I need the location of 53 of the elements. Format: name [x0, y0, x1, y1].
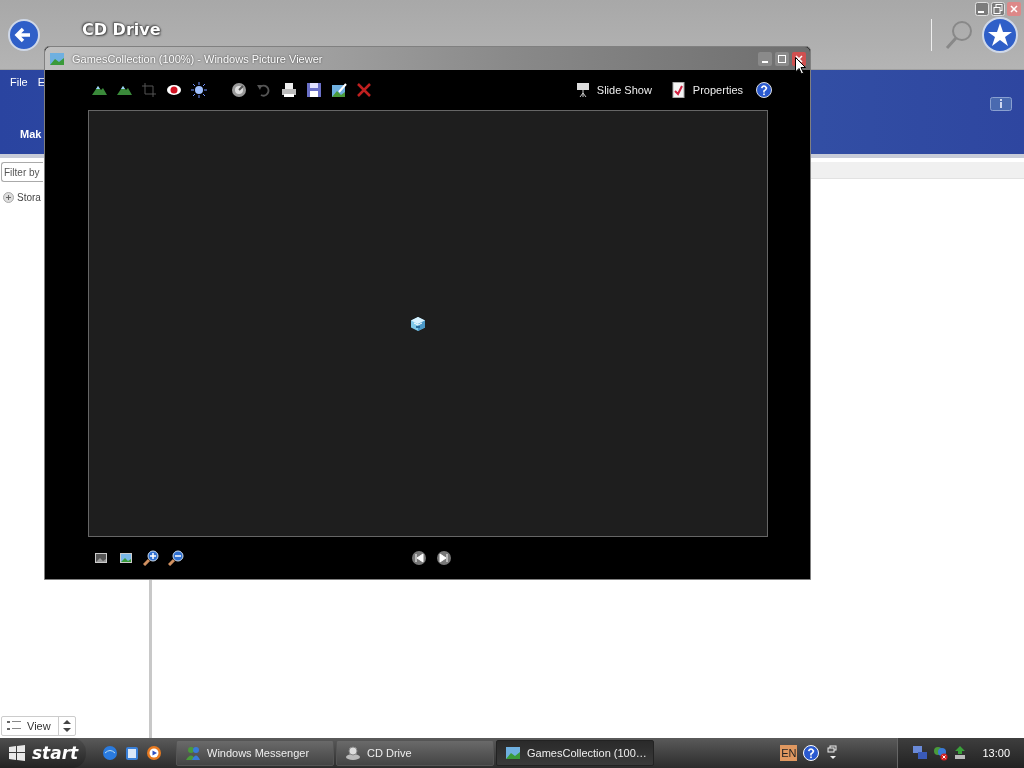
info-icon[interactable] [990, 97, 1012, 111]
taskbar-button[interactable]: CD Drive [336, 740, 494, 766]
projector-icon [574, 82, 591, 98]
undo-icon[interactable] [256, 82, 272, 98]
minimize-button[interactable] [975, 2, 989, 16]
picture-icon[interactable] [118, 550, 134, 566]
restore-down-icon[interactable] [827, 745, 840, 761]
back-icon[interactable] [8, 18, 40, 51]
expand-icon[interactable] [3, 192, 14, 203]
restore-button[interactable] [991, 2, 1005, 16]
network-error-icon[interactable] [932, 745, 949, 761]
network-icon[interactable] [912, 745, 929, 761]
menu-item[interactable]: E [37, 76, 46, 88]
media-player-icon[interactable] [146, 745, 162, 761]
windows-logo-icon [8, 745, 26, 761]
filter-field[interactable]: Filter by [1, 162, 43, 182]
notepad-icon[interactable] [124, 745, 140, 761]
previous-icon[interactable] [411, 550, 427, 566]
eye-icon[interactable] [166, 82, 182, 98]
globe-icon[interactable] [102, 745, 118, 761]
picture-icon[interactable] [93, 550, 109, 566]
mouse-pointer [795, 57, 806, 75]
picture-icon [505, 745, 521, 761]
start-button[interactable]: start [0, 738, 86, 768]
next-icon[interactable] [436, 550, 452, 566]
help-icon[interactable] [756, 82, 772, 98]
maximize-button[interactable] [775, 51, 789, 66]
zoom-out-icon[interactable] [168, 550, 184, 566]
document-check-icon [670, 82, 687, 98]
tree-item[interactable]: Stora [17, 192, 41, 203]
disc-icon[interactable] [231, 82, 247, 98]
picture-pen-icon[interactable] [331, 82, 347, 98]
window-title: GamesCollection (100%) - Windows Picture Viewer [72, 52, 323, 65]
language-indicator[interactable]: EN [780, 745, 798, 761]
search-icon[interactable] [931, 18, 974, 51]
list-icon [7, 720, 21, 732]
slideshow-button[interactable]: Slide Show [574, 82, 652, 98]
properties-button[interactable]: Properties [670, 82, 743, 98]
view-button[interactable]: View [1, 716, 76, 736]
taskbar-button[interactable]: Windows Messenger [176, 740, 334, 766]
window-title: CD Drive [82, 20, 161, 39]
clock: 13:00 [982, 747, 1010, 759]
task-heading: Mak [20, 128, 42, 140]
picture-icon [49, 50, 65, 67]
people-icon [185, 745, 201, 761]
minimize-button[interactable] [758, 51, 772, 66]
printer-icon[interactable] [281, 82, 297, 98]
taskbar-button[interactable]: GamesCollection (100… [496, 740, 654, 766]
delete-icon[interactable] [356, 82, 372, 98]
zoom-in-icon[interactable] [143, 550, 159, 566]
menu-item[interactable]: File [10, 76, 28, 88]
save-icon[interactable] [306, 82, 322, 98]
sun-icon[interactable] [191, 82, 207, 98]
